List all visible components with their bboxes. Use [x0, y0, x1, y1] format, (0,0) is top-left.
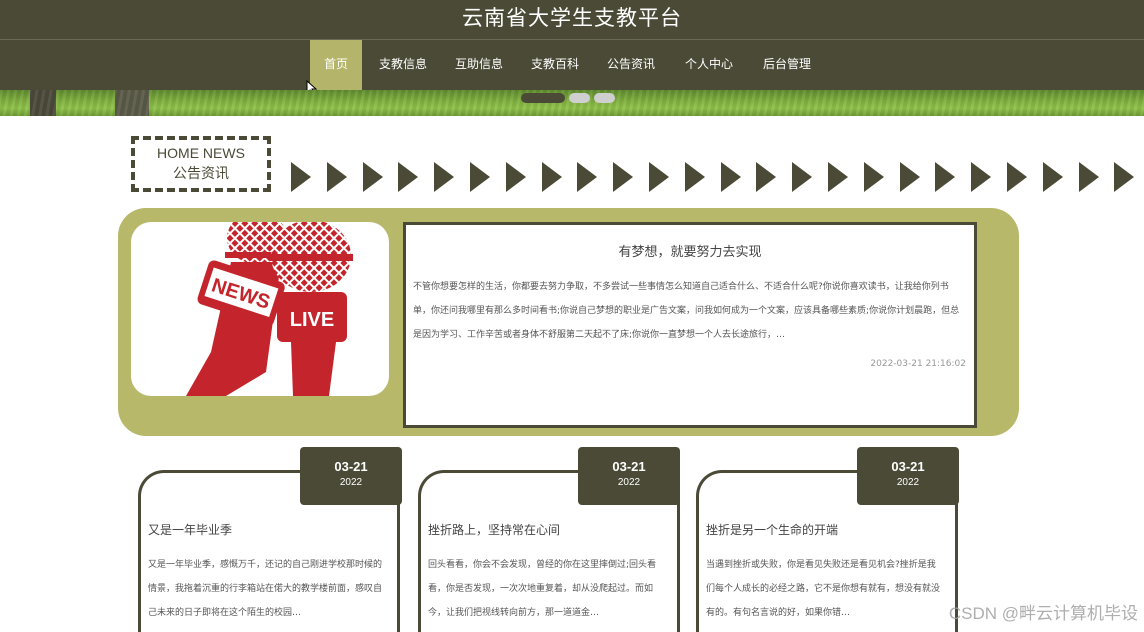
nav-item-teaching-info[interactable]: 支教信息 [372, 40, 434, 90]
news-card-date-badge: 03-21 2022 [857, 447, 959, 505]
arrow-right-icon [756, 162, 777, 192]
news-card-year: 2022 [896, 477, 920, 488]
news-card-month-day: 03-21 [334, 459, 368, 474]
arrow-right-icon [1042, 162, 1063, 192]
carousel-dot[interactable] [569, 93, 590, 103]
news-card-month-day: 03-21 [891, 459, 925, 474]
arrow-right-icon [649, 162, 669, 192]
arrow-right-icon [720, 162, 741, 192]
arrow-right-icon [863, 162, 884, 192]
arrow-right-icon [1007, 162, 1027, 192]
arrow-right-icon [505, 162, 526, 192]
news-card-summary: 回头看看，你会不会发现，曾经的你在这里摔倒过;回头看看，你是否发现，一次次地重复… [428, 560, 657, 618]
arrow-right-icon [971, 162, 992, 192]
top-bar: 云南省大学生支教平台 [0, 0, 1144, 40]
news-card-title: 又是一年毕业季 [148, 523, 233, 537]
arrow-right-icon [1078, 162, 1099, 192]
featured-news-card[interactable]: 有梦想，就要努力去实现 不管你想要怎样的生活，你都要去努力争取，不多尝试一些事情… [403, 222, 977, 428]
featured-news-time: 2022-03-21 21:16:02 [870, 359, 966, 369]
arrow-right-icon [291, 162, 311, 192]
arrow-right-icon [684, 162, 705, 192]
news-microphone-illustration: NEWS LIVE [186, 222, 353, 396]
arrow-right-icon [792, 162, 813, 192]
section-header-news: HOME NEWS 公告资讯 [131, 136, 271, 192]
arrow-right-icon [577, 162, 598, 192]
live-tag-text: LIVE [290, 309, 334, 331]
carousel-dot[interactable] [594, 93, 615, 103]
nav-item-mutual-help[interactable]: 互助信息 [448, 40, 510, 90]
news-card-date-badge: 03-21 2022 [578, 447, 680, 505]
featured-news-image[interactable]: NEWS LIVE [131, 222, 389, 396]
section-title-en: HOME NEWS [157, 145, 245, 161]
arrow-right-icon [434, 162, 455, 192]
banner-carousel[interactable] [0, 90, 1144, 116]
arrow-right-icon [828, 162, 848, 192]
featured-news-summary: 不管你想要怎样的生活，你都要去努力争取，不多尝试一些事情怎么知道自己适合什么、不… [413, 282, 960, 340]
main-nav: 首页 支教信息 互助信息 支教百科 公告资讯 个人中心 后台管理 [0, 40, 1144, 90]
featured-news-title: 有梦想，就要努力去实现 [618, 245, 762, 260]
nav-item-announcements[interactable]: 公告资讯 [600, 40, 662, 90]
news-card-date-badge: 03-21 2022 [300, 447, 402, 505]
nav-item-admin[interactable]: 后台管理 [756, 40, 818, 90]
news-card-year: 2022 [617, 477, 641, 488]
carousel-dot-active[interactable] [521, 93, 565, 103]
section-title-cn: 公告资讯 [173, 166, 229, 182]
arrow-right-icon [613, 162, 634, 192]
arrow-right-icon [362, 162, 383, 192]
nav-item-personal-center[interactable]: 个人中心 [678, 40, 740, 90]
arrow-right-icon [541, 162, 562, 192]
news-card-month-day: 03-21 [612, 459, 646, 474]
news-card-title: 挫折路上，坚持常在心间 [428, 523, 561, 537]
news-card-summary: 当遇到挫折或失败，你是看见失败还是看见机会?挫折是我们每个人成长的必经之路，它不… [706, 560, 941, 618]
arrow-right-icon [326, 162, 347, 192]
arrow-right-icon [899, 162, 920, 192]
nav-item-encyclopedia[interactable]: 支教百科 [524, 40, 586, 90]
arrow-right-icon [935, 162, 956, 192]
news-card-summary: 又是一年毕业季，感慨万千，还记的自己刚进学校那时候的情景，我拖着沉重的行李箱站在… [148, 560, 383, 618]
site-title: 云南省大学生支教平台 [462, 6, 682, 30]
arrow-right-icon [398, 162, 419, 192]
news-card-title: 挫折是另一个生命的开端 [706, 523, 839, 537]
arrow-right-icon [470, 162, 490, 192]
arrow-right-icon [1114, 162, 1135, 192]
csdn-watermark: CSDN @畔云计算机毕设 [948, 604, 1138, 623]
news-card-year: 2022 [339, 477, 363, 488]
